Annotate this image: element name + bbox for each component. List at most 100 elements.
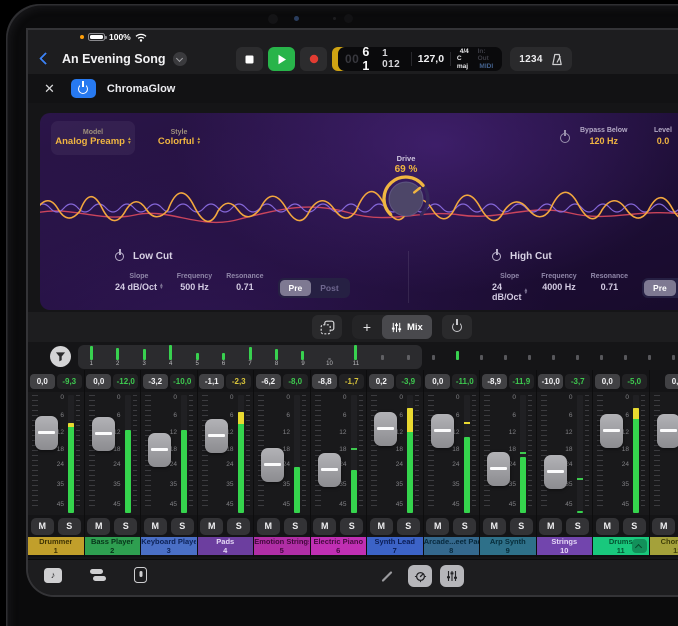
fader-cap[interactable] <box>431 414 454 448</box>
track-label[interactable]: Drummer 1 <box>28 537 84 555</box>
overview-track[interactable]: 7 <box>237 345 263 369</box>
solo-button[interactable]: S <box>453 518 476 535</box>
overview-track-offscreen[interactable] <box>504 355 507 360</box>
mute-button[interactable]: M <box>313 518 336 535</box>
overview-track[interactable]: 3 <box>131 345 157 369</box>
overview-track[interactable]: 8 <box>263 345 289 369</box>
fader-cap[interactable] <box>600 414 623 448</box>
overview-track-offscreen[interactable] <box>624 355 627 360</box>
track-label[interactable]: Keyboard Player 3 <box>141 537 197 555</box>
solo-button[interactable]: S <box>340 518 363 535</box>
pre-button[interactable]: Pre <box>280 280 312 296</box>
controls-view-button[interactable] <box>408 565 432 587</box>
plugins-button[interactable] <box>134 567 147 583</box>
overview-track[interactable]: 4 <box>157 345 183 369</box>
stop-button[interactable] <box>236 47 263 71</box>
solo-button[interactable]: S <box>114 518 137 535</box>
mute-button[interactable]: M <box>370 518 393 535</box>
track-label[interactable]: Synth Lead 7 <box>367 537 423 555</box>
peak-readout[interactable]: -5,0 <box>622 374 647 389</box>
count-in-button[interactable]: 1234 <box>519 54 542 65</box>
solo-button[interactable]: S <box>227 518 250 535</box>
overview-track-offscreen[interactable] <box>552 355 555 360</box>
track-label[interactable]: Arp Synth 9 <box>480 537 536 555</box>
mix-view-button[interactable]: Mix <box>382 315 432 339</box>
style-select[interactable]: Style Colorful▴▾ <box>144 121 214 155</box>
overview-track[interactable]: 11 <box>343 345 369 369</box>
high-cut-frequency[interactable]: Frequency 4000 Hz <box>541 273 576 292</box>
high-cut-slope[interactable]: Slope 24 dB/Oct▴▾ <box>492 273 527 302</box>
volume-readout[interactable]: -8,8 <box>312 374 337 389</box>
track-label[interactable]: Bass Player 2 <box>85 537 141 555</box>
fader-cap[interactable] <box>92 417 115 451</box>
mute-button[interactable]: M <box>652 518 675 535</box>
mute-button[interactable]: M <box>200 518 223 535</box>
fader-cap[interactable] <box>487 452 510 486</box>
library-button[interactable]: ♪ <box>44 568 62 583</box>
model-select[interactable]: Model Analog Preamp▴▾ <box>51 121 135 155</box>
mixer-power-button[interactable] <box>442 315 472 339</box>
mute-button[interactable]: M <box>257 518 280 535</box>
edit-button[interactable] <box>380 569 394 583</box>
track-label[interactable]: Emotion Strings 5 <box>254 537 310 555</box>
power-icon[interactable] <box>115 252 124 261</box>
solo-button[interactable]: S <box>397 518 420 535</box>
lcd-display[interactable]: 00 6 1 1 012 127,0 4/4 C maj In: Out MID… <box>338 47 502 71</box>
pre-button[interactable]: Pre <box>644 280 676 296</box>
overview-track[interactable]: 9 <box>290 345 316 369</box>
play-button[interactable] <box>268 47 295 71</box>
overview-track[interactable]: 1 <box>78 345 104 369</box>
fader-cap[interactable] <box>261 448 284 482</box>
volume-readout[interactable]: 0,0 <box>425 374 450 389</box>
volume-readout[interactable]: 0,0 <box>86 374 111 389</box>
overview-track-offscreen[interactable] <box>432 355 435 360</box>
solo-button[interactable]: S <box>566 518 589 535</box>
overview-track-offscreen[interactable] <box>600 355 603 360</box>
plugin-power-button[interactable] <box>71 79 96 98</box>
volume-readout[interactable]: 0,0 <box>595 374 620 389</box>
loops-button[interactable] <box>90 568 106 582</box>
track-label[interactable]: Electric Piano 6 <box>311 537 367 555</box>
volume-readout[interactable]: 0,2 <box>369 374 394 389</box>
fader-cap[interactable] <box>374 412 397 446</box>
level-control[interactable]: Level 0.0 <box>654 127 672 146</box>
marquee-select-button[interactable] <box>312 315 342 339</box>
song-menu-button[interactable] <box>173 52 187 66</box>
overview-track[interactable]: 5 <box>184 345 210 369</box>
mute-button[interactable]: M <box>426 518 449 535</box>
volume-readout[interactable]: -3,2 <box>143 374 168 389</box>
peak-readout[interactable]: -1,7 <box>339 374 364 389</box>
peak-readout[interactable]: -3,7 <box>565 374 590 389</box>
volume-readout[interactable]: -8,9 <box>482 374 507 389</box>
bypass-below-control[interactable]: Bypass Below 120 Hz <box>560 127 627 146</box>
overview-track[interactable] <box>396 345 422 369</box>
mute-button[interactable]: M <box>596 518 619 535</box>
post-button[interactable]: Post <box>311 280 347 296</box>
low-cut-resonance[interactable]: Resonance 0.71 <box>226 273 263 292</box>
overview-track[interactable]: 2 <box>104 345 130 369</box>
low-cut-frequency[interactable]: Frequency 500 Hz <box>177 273 212 292</box>
close-icon[interactable]: ✕ <box>44 81 55 97</box>
overview-track[interactable]: 10 <box>316 345 342 369</box>
fader-cap[interactable] <box>148 433 171 467</box>
overview-track-offscreen[interactable] <box>648 355 651 360</box>
filter-tracks-button[interactable] <box>50 346 71 367</box>
overview-track-offscreen[interactable] <box>672 355 675 360</box>
solo-button[interactable]: S <box>623 518 646 535</box>
peak-readout[interactable]: -3,9 <box>396 374 421 389</box>
back-chevron-icon[interactable] <box>39 52 52 65</box>
mute-button[interactable]: M <box>539 518 562 535</box>
peak-readout[interactable]: -9,3 <box>57 374 82 389</box>
overview-track-offscreen[interactable] <box>576 355 579 360</box>
mute-button[interactable]: M <box>87 518 110 535</box>
volume-readout[interactable]: 0,0 <box>665 374 678 389</box>
track-label[interactable]: Drums 11 <box>593 537 649 555</box>
overview-track-offscreen[interactable] <box>528 355 531 360</box>
fader-cap[interactable] <box>544 455 567 489</box>
solo-button[interactable]: S <box>510 518 533 535</box>
fader-cap[interactable] <box>318 453 341 487</box>
overview-visible-window[interactable]: 1 2 3 4 5 6 7 8 9 10 11 <box>78 345 422 369</box>
track-label[interactable]: Arcade...eet Pad 8 <box>424 537 480 555</box>
metronome-icon[interactable] <box>551 53 563 66</box>
drive-knob[interactable] <box>382 175 430 223</box>
